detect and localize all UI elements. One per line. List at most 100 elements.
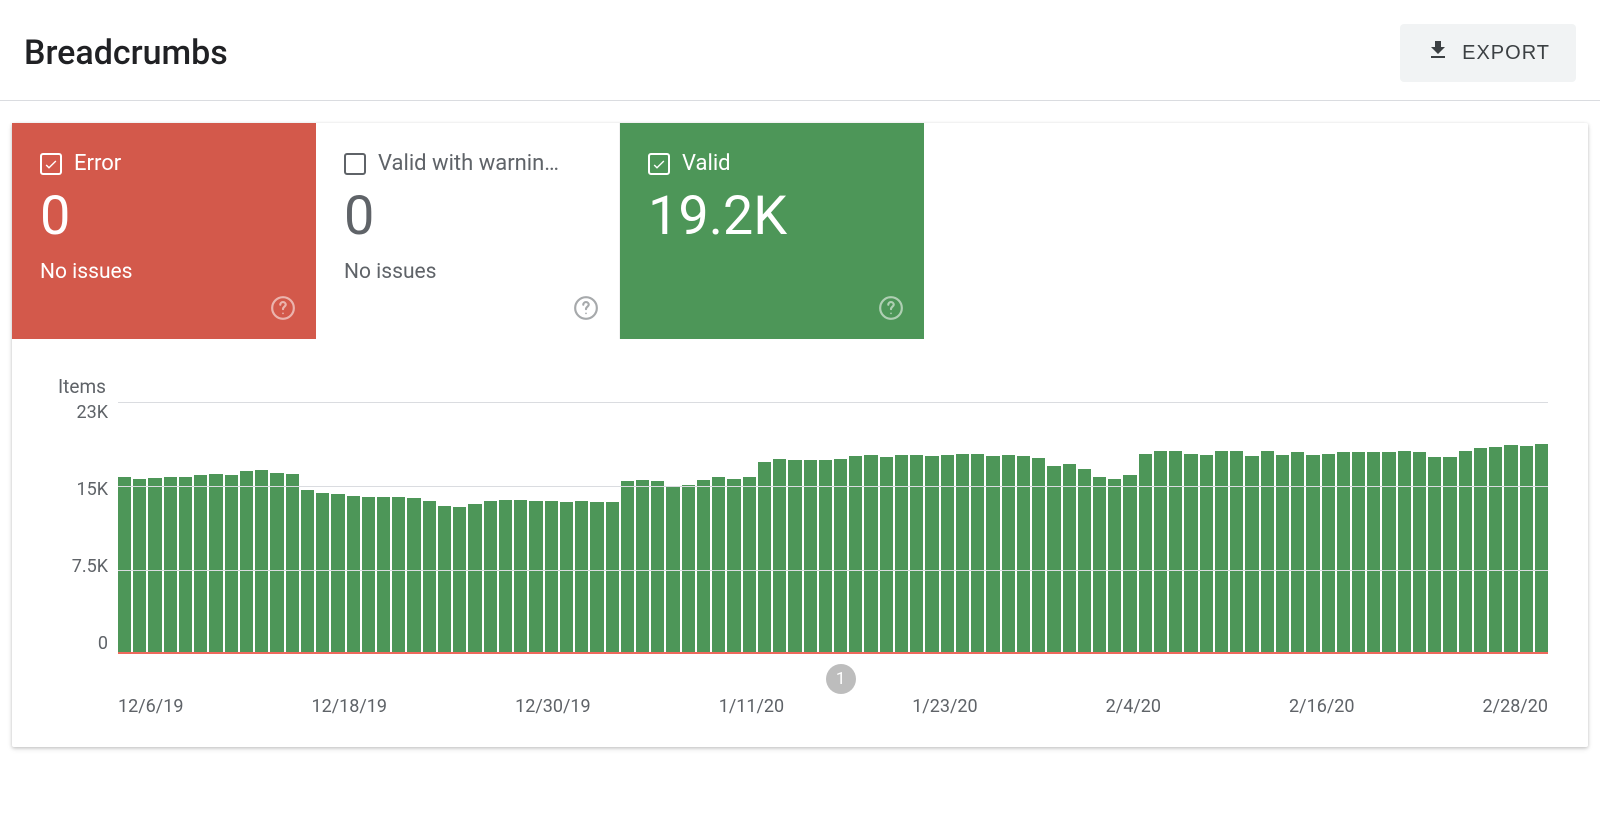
- chart-bar[interactable]: [133, 479, 146, 654]
- chart-bar[interactable]: [377, 497, 390, 654]
- chart-bar[interactable]: [1032, 458, 1045, 654]
- chart-bar[interactable]: [1367, 452, 1380, 654]
- chart-bar[interactable]: [362, 497, 375, 654]
- chart-bar[interactable]: [118, 477, 131, 654]
- checkbox-warning[interactable]: [344, 153, 366, 175]
- chart-bar[interactable]: [819, 460, 832, 654]
- chart-plot[interactable]: 1: [118, 402, 1548, 654]
- chart-bar[interactable]: [468, 504, 481, 654]
- chart-bar[interactable]: [194, 475, 207, 654]
- chart-bar[interactable]: [316, 493, 329, 654]
- chart-bar[interactable]: [1398, 451, 1411, 654]
- chart-bar[interactable]: [529, 501, 542, 654]
- chart-bar[interactable]: [1047, 466, 1060, 654]
- chart-bar[interactable]: [606, 502, 619, 654]
- tile-valid[interactable]: Valid 19.2K: [620, 123, 924, 339]
- chart-bar[interactable]: [301, 490, 314, 654]
- chart-bar[interactable]: [1215, 451, 1228, 654]
- grid-line: [118, 402, 1548, 403]
- chart-bar[interactable]: [270, 473, 283, 654]
- chart-bar[interactable]: [575, 501, 588, 654]
- tile-warning-label: Valid with warnin…: [378, 151, 559, 176]
- chart-bar[interactable]: [255, 470, 268, 654]
- chart-bar[interactable]: [1276, 455, 1289, 654]
- chart-bar[interactable]: [560, 502, 573, 654]
- chart-bar[interactable]: [1002, 455, 1015, 654]
- chart-bar[interactable]: [331, 494, 344, 654]
- chart-bar[interactable]: [1123, 475, 1136, 654]
- chart-bar[interactable]: [438, 506, 451, 654]
- checkbox-valid[interactable]: [648, 153, 670, 175]
- chart-bar[interactable]: [636, 480, 649, 654]
- chart-bar[interactable]: [1139, 454, 1152, 655]
- chart-bar[interactable]: [225, 475, 238, 654]
- x-tick: 2/16/20: [1289, 696, 1354, 717]
- chart-bar[interactable]: [590, 502, 603, 654]
- chart-bar[interactable]: [164, 477, 177, 654]
- chart-bar[interactable]: [1520, 446, 1533, 654]
- tile-error[interactable]: Error 0 No issues: [12, 123, 316, 339]
- chart-bar[interactable]: [697, 480, 710, 654]
- chart-bar[interactable]: [1078, 469, 1091, 654]
- chart-bar[interactable]: [453, 507, 466, 654]
- chart-bar[interactable]: [910, 455, 923, 654]
- chart-bar[interactable]: [1230, 451, 1243, 654]
- chart-bar[interactable]: [514, 500, 527, 654]
- chart-bar[interactable]: [743, 477, 756, 654]
- export-button[interactable]: EXPORT: [1400, 24, 1576, 82]
- chart-bar[interactable]: [1291, 452, 1304, 654]
- chart-bar[interactable]: [1504, 445, 1517, 654]
- chart-x-axis: 12/6/1912/18/1912/30/191/11/201/23/202/4…: [118, 696, 1548, 717]
- chart-bar[interactable]: [712, 477, 725, 654]
- chart-bar[interactable]: [1154, 451, 1167, 654]
- chart-bar[interactable]: [1459, 451, 1472, 654]
- chart-bar[interactable]: [407, 498, 420, 654]
- chart-bar[interactable]: [1093, 477, 1106, 654]
- chart-bar[interactable]: [804, 460, 817, 654]
- chart-bar[interactable]: [1306, 455, 1319, 654]
- chart-bar[interactable]: [179, 477, 192, 654]
- chart-bar[interactable]: [651, 481, 664, 654]
- chart-bar[interactable]: [1352, 452, 1365, 654]
- chart-bar[interactable]: [392, 497, 405, 654]
- chart-bar[interactable]: [758, 462, 771, 654]
- chart-bar[interactable]: [209, 474, 222, 654]
- chart-bar[interactable]: [956, 454, 969, 655]
- chart-bar[interactable]: [971, 454, 984, 655]
- chart-bar[interactable]: [1261, 451, 1274, 654]
- chart-bar[interactable]: [621, 481, 634, 654]
- chart-bar[interactable]: [1063, 464, 1076, 654]
- chart-bar[interactable]: [1200, 455, 1213, 654]
- chart-bar[interactable]: [423, 501, 436, 654]
- chart-bar[interactable]: [1169, 451, 1182, 654]
- chart-bar[interactable]: [1184, 454, 1197, 655]
- help-icon[interactable]: [270, 295, 296, 321]
- chart-bar[interactable]: [1108, 479, 1121, 654]
- chart-bar[interactable]: [484, 501, 497, 654]
- chart-bar[interactable]: [864, 455, 877, 654]
- help-icon[interactable]: [878, 295, 904, 321]
- chart-bar[interactable]: [1322, 454, 1335, 655]
- chart-bar[interactable]: [240, 471, 253, 654]
- chart-bar[interactable]: [788, 460, 801, 654]
- chart-bar[interactable]: [286, 474, 299, 654]
- chart-bar[interactable]: [727, 479, 740, 654]
- chart-bar[interactable]: [1337, 452, 1350, 654]
- chart-bar[interactable]: [1535, 444, 1548, 654]
- chart-bar[interactable]: [1413, 452, 1426, 654]
- chart-bar[interactable]: [834, 459, 847, 654]
- chart-bar[interactable]: [895, 455, 908, 654]
- chart-bar[interactable]: [1489, 447, 1502, 654]
- chart-bar[interactable]: [347, 496, 360, 654]
- checkbox-error[interactable]: [40, 153, 62, 175]
- chart-bar[interactable]: [1474, 448, 1487, 654]
- help-icon[interactable]: [573, 295, 599, 321]
- chart-bar[interactable]: [773, 459, 786, 654]
- chart-bar[interactable]: [499, 500, 512, 654]
- tile-warning[interactable]: Valid with warnin… 0 No issues: [316, 123, 620, 339]
- chart-bar[interactable]: [545, 501, 558, 654]
- chart-bar[interactable]: [148, 478, 161, 654]
- chart-bar[interactable]: [941, 455, 954, 654]
- chart-annotation[interactable]: 1: [826, 664, 856, 694]
- chart-bar[interactable]: [1382, 452, 1395, 654]
